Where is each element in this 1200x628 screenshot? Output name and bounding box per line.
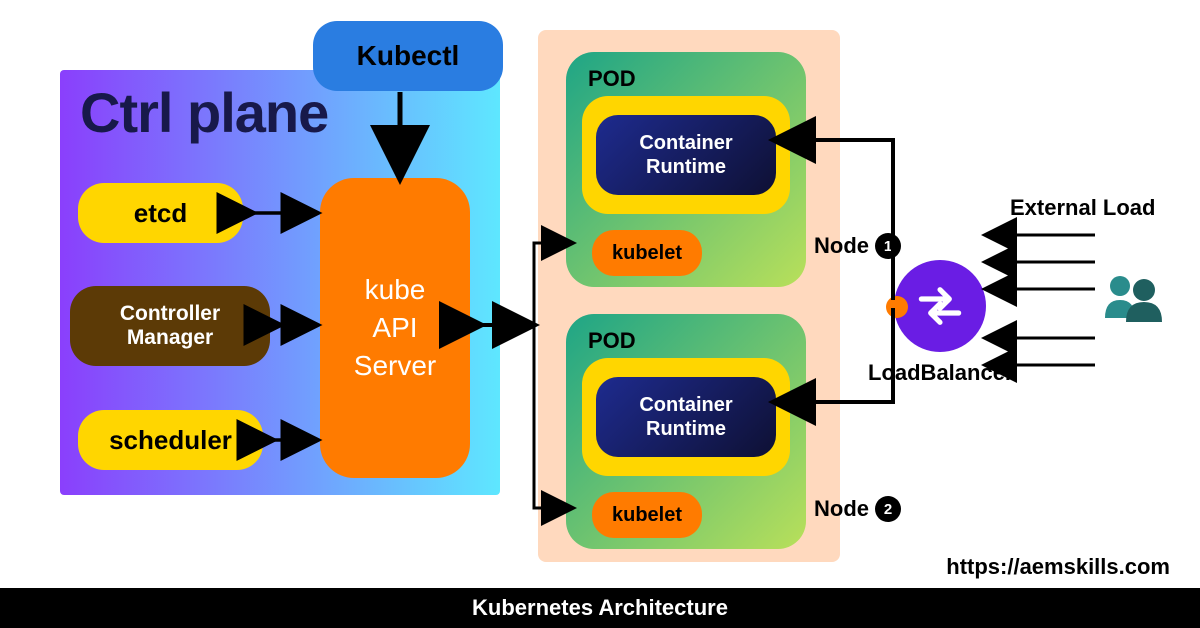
kubectl-label: Kubectl bbox=[357, 40, 460, 72]
scheduler-box: scheduler bbox=[78, 410, 263, 470]
lb-connector-dot bbox=[886, 296, 908, 318]
runtime-l1: Container bbox=[639, 131, 732, 155]
users-icon bbox=[1100, 268, 1170, 328]
source-url: https://aemskills.com bbox=[946, 554, 1170, 580]
api-label-2: API bbox=[372, 309, 417, 347]
etcd-label: etcd bbox=[134, 198, 187, 229]
node-1-tag: Node 1 bbox=[814, 233, 901, 259]
node-2-number: 2 bbox=[875, 496, 901, 522]
node-2: POD Container Runtime kubelet bbox=[566, 314, 806, 549]
kubelet-1-label: kubelet bbox=[612, 242, 682, 265]
node-2-tag: Node 2 bbox=[814, 496, 901, 522]
load-balancer-label: LoadBalancer bbox=[868, 360, 1014, 386]
controller-manager-box: Controller Manager bbox=[70, 286, 270, 366]
controller-label-1: Controller bbox=[120, 302, 220, 326]
api-label-1: kube bbox=[365, 271, 426, 309]
swap-arrows-icon bbox=[912, 278, 968, 334]
pod-label-2: POD bbox=[588, 328, 790, 354]
runtime2-l2: Runtime bbox=[646, 417, 726, 441]
etcd-box: etcd bbox=[78, 183, 243, 243]
kubelet-2-label: kubelet bbox=[612, 504, 682, 527]
kubectl-box: Kubectl bbox=[313, 21, 503, 91]
pod-1: Container Runtime bbox=[582, 96, 790, 214]
controller-label-2: Manager bbox=[127, 326, 213, 350]
node-tag-text-2: Node bbox=[814, 496, 869, 522]
external-load-label: External Load bbox=[1010, 195, 1155, 221]
container-runtime-2: Container Runtime bbox=[596, 377, 776, 457]
control-plane-heading: Ctrl plane bbox=[80, 80, 328, 145]
kubelet-2: kubelet bbox=[592, 492, 702, 538]
api-server-box: kube API Server bbox=[320, 178, 470, 478]
node-tag-text-1: Node bbox=[814, 233, 869, 259]
runtime-l2: Runtime bbox=[646, 155, 726, 179]
diagram-title-bar: Kubernetes Architecture bbox=[0, 588, 1200, 628]
scheduler-label: scheduler bbox=[109, 425, 232, 456]
api-label-3: Server bbox=[354, 347, 436, 385]
kubelet-1: kubelet bbox=[592, 230, 702, 276]
runtime2-l1: Container bbox=[639, 393, 732, 417]
container-runtime-1: Container Runtime bbox=[596, 115, 776, 195]
node-1: POD Container Runtime kubelet bbox=[566, 52, 806, 287]
diagram-title: Kubernetes Architecture bbox=[472, 595, 728, 621]
pod-label-1: POD bbox=[588, 66, 790, 92]
pod-2: Container Runtime bbox=[582, 358, 790, 476]
node-1-number: 1 bbox=[875, 233, 901, 259]
